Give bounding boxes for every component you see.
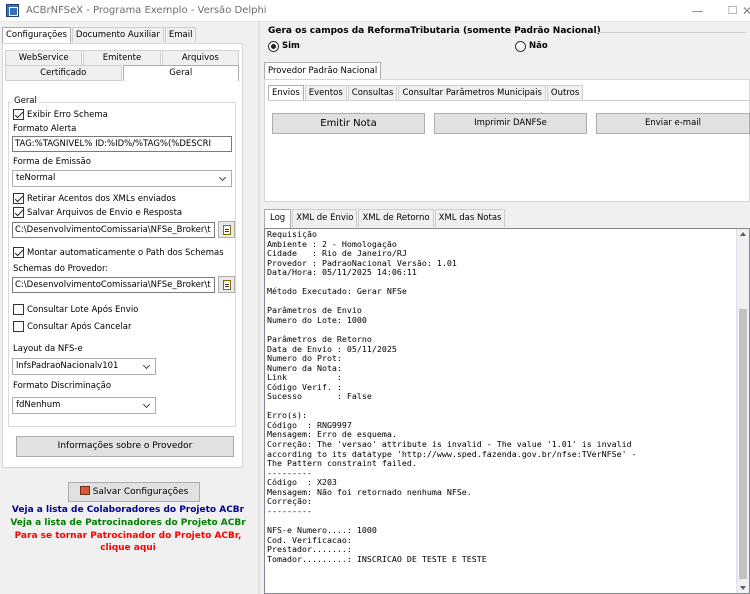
schemas-path-input[interactable]: C:\DesenvolvimentoComissaria\NFSe_Broker… bbox=[12, 277, 215, 293]
tab-certificado[interactable]: Certificado bbox=[5, 65, 122, 81]
window-title: ACBrNFSeX - Programa Exemplo - Versão De… bbox=[26, 5, 267, 16]
tab-emitente[interactable]: Emitente bbox=[83, 50, 161, 65]
tab-consultas[interactable]: Consultas bbox=[347, 85, 398, 100]
formato-alerta-input[interactable]: TAG:%TAGNIVEL% ID:%ID%/%TAG%(%DESCRI bbox=[12, 136, 232, 152]
exibir-erro-schema-checkbox[interactable] bbox=[13, 109, 24, 120]
retirar-acentos-label: Retirar Acentos dos XMLs enviados bbox=[27, 194, 176, 204]
info-provedor-button[interactable]: Informações sobre o Provedor bbox=[16, 436, 234, 457]
tab-provedor-padrao-nacional[interactable]: Provedor Padrão Nacional bbox=[264, 62, 382, 80]
consultar-lote-label: Consultar Lote Após Envio bbox=[27, 305, 139, 315]
emitir-nota-button[interactable]: Emitir Nota bbox=[272, 113, 425, 134]
exibir-erro-schema-label: Exibir Erro Schema bbox=[27, 110, 108, 120]
tab-xml-envio[interactable]: XML de Envio bbox=[292, 209, 358, 227]
divider bbox=[596, 32, 746, 33]
tab-envios[interactable]: Envios bbox=[268, 85, 304, 101]
enviar-email-button[interactable]: Enviar e-mail bbox=[596, 113, 750, 134]
log-memo[interactable]: Requisição Ambiente : 2 - Homologação Cida… bbox=[264, 228, 750, 594]
nao-label: Não bbox=[529, 41, 548, 51]
tab-consultar-parametros[interactable]: Consultar Parâmetros Municipais bbox=[398, 85, 546, 100]
link-tornar-patrocinador[interactable]: Para se tornar Patrocinador do Projeto A… bbox=[0, 531, 256, 541]
tab-documento-auxiliar[interactable]: Documento Auxiliar bbox=[71, 27, 164, 42]
log-tabs: Log XML de Envio XML de Retorno XML das … bbox=[264, 209, 506, 228]
formato-discriminacao-value: fdNenhum bbox=[16, 400, 61, 410]
imprimir-danfse-button[interactable]: Imprimir DANFSe bbox=[434, 113, 587, 134]
folder-doc-icon bbox=[223, 280, 231, 290]
log-line: Data/Hora: 05/11/2025 14:06:11 bbox=[267, 267, 417, 278]
log-line: The Pattern constraint failed. bbox=[267, 458, 417, 469]
tab-outros[interactable]: Outros bbox=[546, 85, 584, 100]
app-icon bbox=[6, 4, 19, 17]
action-tabs: Envios Eventos Consultas Consultar Parâm… bbox=[268, 85, 584, 101]
log-line: --------- bbox=[267, 505, 312, 516]
tab-email[interactable]: Email bbox=[164, 27, 197, 42]
layout-nfse-select[interactable]: lnfsPadraoNacionalv101 bbox=[12, 358, 156, 375]
salvar-arquivos-checkbox[interactable] bbox=[13, 207, 24, 218]
consultar-cancelar-label: Consultar Após Cancelar bbox=[27, 322, 132, 332]
formato-alerta-label: Formato Alerta bbox=[13, 124, 77, 134]
tab-webservice[interactable]: WebService bbox=[5, 50, 83, 65]
chevron-down-icon bbox=[218, 173, 227, 182]
save-icon bbox=[79, 486, 90, 495]
tab-xml-retorno[interactable]: XML de Retorno bbox=[358, 209, 434, 227]
nao-radio[interactable] bbox=[515, 41, 526, 52]
tab-eventos[interactable]: Eventos bbox=[304, 85, 347, 100]
geral-group-label: Geral bbox=[12, 96, 39, 106]
browse-schemas-button[interactable] bbox=[218, 276, 235, 293]
browse-path-button[interactable] bbox=[218, 221, 235, 238]
scroll-thumb[interactable] bbox=[739, 309, 747, 579]
montar-path-label: Montar automaticamente o Path dos Schema… bbox=[27, 248, 224, 258]
formato-discriminacao-select[interactable]: fdNenhum bbox=[12, 397, 156, 414]
tab-geral[interactable]: Geral bbox=[122, 65, 239, 81]
reforma-title: Gera os campos da ReformaTributaria (som… bbox=[268, 26, 601, 36]
log-line: Método Executado: Gerar NFSe bbox=[267, 286, 407, 297]
log-line: Numero do Lote: 1000 bbox=[267, 314, 367, 325]
log-line: Tomador.........: INSCRICAO DE TESTE E T… bbox=[267, 553, 487, 564]
scroll-up-icon[interactable] bbox=[740, 232, 746, 236]
montar-path-checkbox[interactable] bbox=[13, 247, 24, 258]
sim-label: Sim bbox=[282, 41, 300, 51]
forma-emissao-value: teNormal bbox=[16, 173, 56, 183]
tab-configuracoes[interactable]: Configurações bbox=[2, 27, 71, 43]
tab-xml-notas[interactable]: XML das Notas bbox=[434, 209, 506, 227]
sim-radio[interactable] bbox=[268, 41, 279, 52]
log-line: --------- bbox=[267, 467, 312, 478]
log-text: Requisição Ambiente : 2 - Homologação Cida… bbox=[267, 230, 737, 564]
minimize-button[interactable]: — bbox=[680, 0, 715, 22]
link-patrocinadores[interactable]: Veja a lista de Patrocinadores do Projet… bbox=[0, 518, 256, 528]
vertical-scrollbar[interactable] bbox=[736, 229, 749, 593]
layout-nfse-label: Layout da NFS-e bbox=[13, 344, 83, 354]
folder-doc-icon bbox=[223, 225, 231, 235]
salvar-arquivos-label: Salvar Arquivos de Envio e Resposta bbox=[27, 208, 183, 218]
close-button[interactable]: ✕ bbox=[742, 0, 750, 22]
tab-arquivos[interactable]: Arquivos bbox=[161, 50, 239, 65]
tab-log[interactable]: Log bbox=[264, 209, 292, 228]
splitter[interactable] bbox=[258, 22, 260, 594]
scroll-down-icon[interactable] bbox=[740, 586, 746, 590]
salvar-configuracoes-button[interactable]: Salvar Configurações bbox=[68, 482, 200, 502]
layout-nfse-value: lnfsPadraoNacionalv101 bbox=[16, 361, 119, 371]
title-bar: ACBrNFSeX - Programa Exemplo - Versão De… bbox=[0, 0, 750, 22]
salvar-configuracoes-label: Salvar Configurações bbox=[92, 487, 189, 497]
consultar-lote-checkbox[interactable] bbox=[13, 304, 24, 315]
retirar-acentos-checkbox[interactable] bbox=[13, 193, 24, 204]
subtabs-row2: Certificado Geral bbox=[5, 65, 240, 81]
chevron-down-icon bbox=[142, 400, 151, 409]
subtabs-row1: WebService Emitente Arquivos bbox=[5, 50, 240, 65]
chevron-down-icon bbox=[142, 361, 151, 370]
formato-discriminacao-label: Formato Discriminação bbox=[13, 381, 112, 391]
path-arquivos-input[interactable]: C:\DesenvolvimentoComissaria\NFSe_Broker… bbox=[12, 222, 215, 238]
forma-emissao-label: Forma de Emissão bbox=[13, 157, 91, 167]
schemas-label: Schemas do Provedor: bbox=[13, 264, 109, 274]
log-line: Sucesso : False bbox=[267, 391, 372, 402]
consultar-cancelar-checkbox[interactable] bbox=[13, 321, 24, 332]
log-line: Correção: bbox=[267, 496, 312, 507]
link-colaboradores[interactable]: Veja a lista de Colaboradores do Projeto… bbox=[0, 505, 256, 515]
divider bbox=[268, 100, 750, 101]
link-clique-aqui[interactable]: clique aqui bbox=[0, 543, 256, 553]
forma-emissao-select[interactable]: teNormal bbox=[12, 170, 232, 187]
log-line: Mensagem: Não foi retornado nenhuma NFSe… bbox=[267, 486, 472, 497]
